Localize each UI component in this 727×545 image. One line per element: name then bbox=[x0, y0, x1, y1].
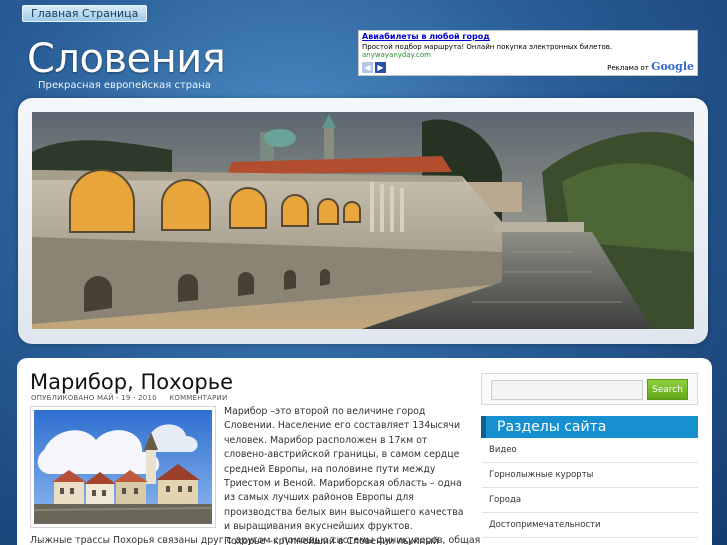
ad-prev-icon[interactable]: ◀ bbox=[362, 62, 373, 73]
post-excerpt: Марибор –это второй по величине город Сл… bbox=[224, 405, 466, 545]
ad-headline-link[interactable]: Авиабилеты в любой город bbox=[362, 32, 694, 41]
ad-brand[interactable]: Реклама от Google bbox=[607, 60, 694, 73]
post-meta: ОПУБЛИКОВАНО МАЙ - 19 - 2010 КОММЕНТАРИИ bbox=[31, 394, 237, 402]
ad-next-icon[interactable]: ▶ bbox=[375, 62, 386, 73]
post-title[interactable]: Марибор, Похорье bbox=[30, 370, 233, 394]
post-paragraph-1: Марибор –это второй по величине город Сл… bbox=[224, 406, 464, 533]
search-input[interactable] bbox=[491, 380, 643, 400]
ad-arrows: ◀ ▶ bbox=[362, 62, 386, 73]
sidebar-categories: Видео Горнолыжные курорты Города Достопр… bbox=[482, 438, 698, 538]
sidebar-item-video[interactable]: Видео bbox=[482, 438, 698, 463]
ad-url[interactable]: anywayanyday.com bbox=[362, 51, 694, 59]
post-comments-link[interactable]: КОММЕНТАРИИ bbox=[169, 394, 227, 402]
google-logo: Google bbox=[651, 60, 694, 73]
ad-brand-prefix: Реклама от bbox=[607, 64, 649, 72]
post-date: ОПУБЛИКОВАНО МАЙ - 19 - 2010 bbox=[31, 394, 157, 402]
sidebar-item-ski-resorts[interactable]: Горнолыжные курорты bbox=[482, 463, 698, 488]
header-banner-image bbox=[32, 112, 694, 329]
ad-block: Авиабилеты в любой город Простой подбор … bbox=[358, 30, 698, 76]
nav-home-link[interactable]: Главная Страница bbox=[22, 5, 148, 22]
site-title[interactable]: Словения bbox=[27, 36, 226, 82]
site-tagline: Прекрасная европейская страна bbox=[38, 80, 211, 91]
search-button[interactable]: Search bbox=[647, 379, 688, 400]
post-image bbox=[30, 406, 216, 528]
post-paragraph-2-continued: Лыжные трассы Похорья связаны друг с дру… bbox=[30, 535, 481, 545]
sidebar-item-cities[interactable]: Города bbox=[482, 488, 698, 513]
sidebar-item-sights[interactable]: Достопримечательности bbox=[482, 513, 698, 538]
ad-description: Простой подбор маршрута! Онлайн покупка … bbox=[362, 43, 613, 51]
sidebar-title: Разделы сайта bbox=[481, 416, 698, 438]
